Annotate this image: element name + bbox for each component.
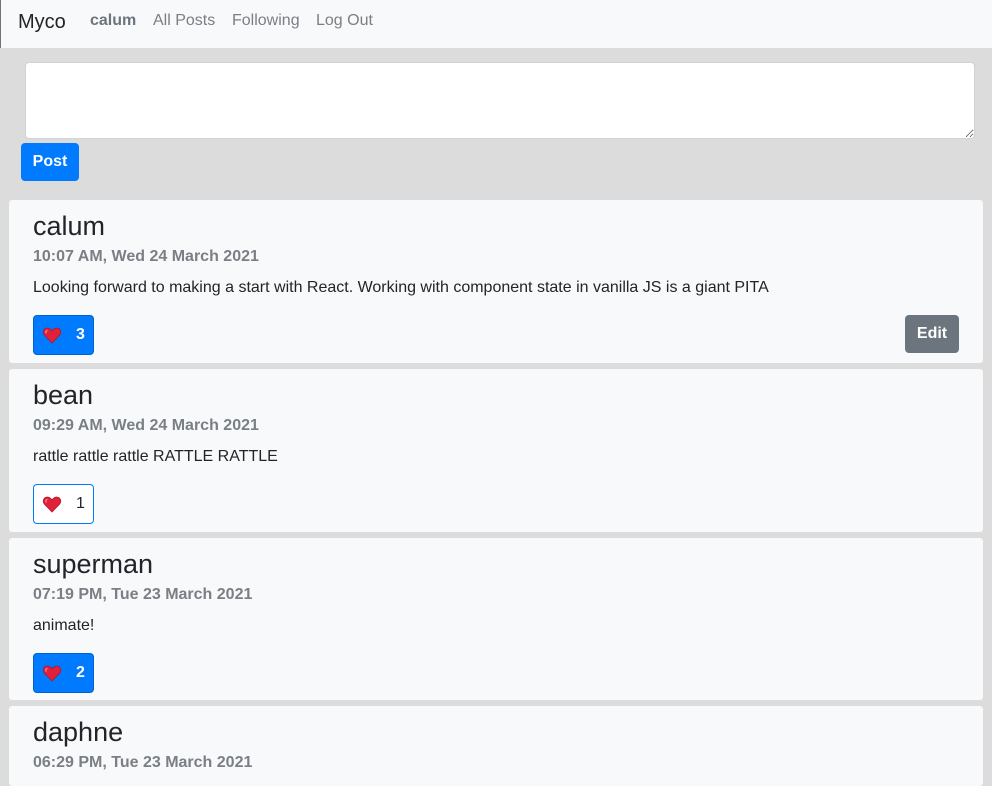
post-card: bean 09:29 AM, Wed 24 March 2021 rattle … <box>9 369 983 532</box>
post-card: superman 07:19 PM, Tue 23 March 2021 ani… <box>9 538 983 700</box>
heart-icon <box>42 494 62 514</box>
post-timestamp: 07:19 PM, Tue 23 March 2021 <box>33 586 253 603</box>
navbar: Myco calum All Posts Following Log Out <box>0 0 992 48</box>
post-content: rattle rattle rattle RATTLE RATTLE <box>33 448 278 465</box>
post-author[interactable]: calum <box>33 210 105 242</box>
post-timestamp: 06:29 PM, Tue 23 March 2021 <box>33 754 253 771</box>
post-author[interactable]: daphne <box>33 716 123 748</box>
post-content: Looking forward to making a start with R… <box>33 279 769 296</box>
post-button[interactable]: Post <box>21 143 79 181</box>
heart-icon <box>42 325 62 345</box>
heart-icon <box>42 663 62 683</box>
nav-link-following[interactable]: Following <box>232 11 300 31</box>
nav-link-profile[interactable]: calum <box>90 11 136 31</box>
post-card: daphne 06:29 PM, Tue 23 March 2021 <box>9 706 983 786</box>
like-count: 2 <box>76 664 85 681</box>
like-button[interactable]: 1 <box>33 484 94 524</box>
post-author[interactable]: superman <box>33 548 153 580</box>
nav-link-all-posts[interactable]: All Posts <box>153 11 215 31</box>
post-timestamp: 09:29 AM, Wed 24 March 2021 <box>33 417 259 434</box>
post-timestamp: 10:07 AM, Wed 24 March 2021 <box>33 248 259 265</box>
new-post-textarea[interactable] <box>25 62 975 139</box>
brand-logo[interactable]: Myco <box>18 10 66 34</box>
like-button[interactable]: 3 <box>33 315 94 355</box>
like-button[interactable]: 2 <box>33 653 94 693</box>
post-author[interactable]: bean <box>33 379 93 411</box>
edit-button[interactable]: Edit <box>905 315 959 353</box>
like-count: 1 <box>76 495 85 512</box>
post-card: calum 10:07 AM, Wed 24 March 2021 Lookin… <box>9 200 983 363</box>
like-count: 3 <box>76 326 85 343</box>
nav-link-log-out[interactable]: Log Out <box>316 11 373 31</box>
post-content: animate! <box>33 617 95 634</box>
